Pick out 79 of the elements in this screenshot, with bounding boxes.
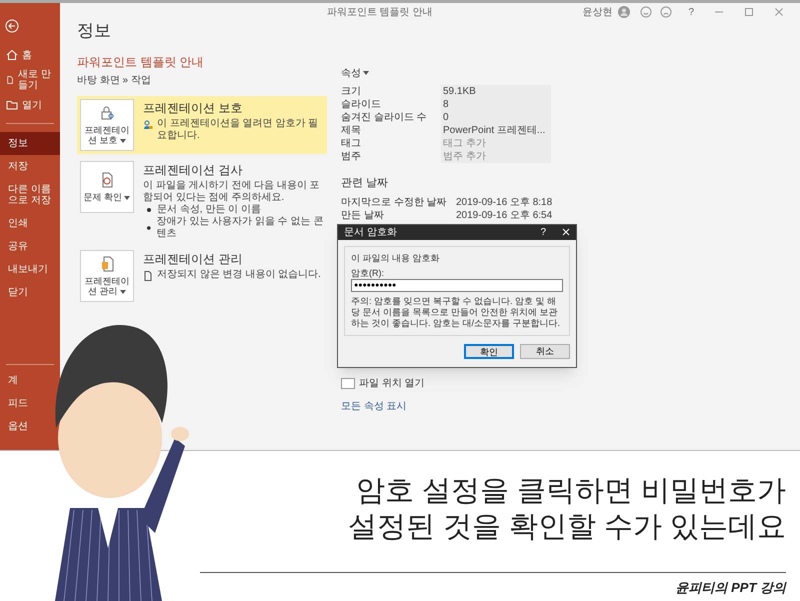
sidebar-item[interactable]: 계 xyxy=(8,375,18,386)
sidebar-item[interactable]: 홈 xyxy=(0,45,60,65)
sidebar-item[interactable]: 새로 만들기 xyxy=(0,65,60,95)
bullet-text: 문서 속성, 만든 이 이름 xyxy=(157,204,261,216)
avatar-icon[interactable] xyxy=(618,6,630,18)
inspect-button[interactable]: 문제 확인 xyxy=(80,161,134,213)
dialog-title: 문서 암호화 xyxy=(344,226,398,240)
section-heading: 관련 날짜 xyxy=(341,176,390,191)
warning-text: 주의: 암호를 잊으면 복구할 수 없습니다. 암호 및 해당 문서 이름을 목록으로 만들어 안전한 위치에 보관하는 것이 좋습니다. 암호는 대/소문자를 구분합니다. xyxy=(351,296,562,328)
group-label: 이 파일의 내용 암호화 xyxy=(351,252,441,264)
card-description: 저장되지 않은 변경 내용이 없습니다. xyxy=(157,269,321,281)
caret-icon xyxy=(124,196,130,200)
property-value: 59.1KB xyxy=(441,85,551,98)
file-name: 파워포인트 템플릿 안내 xyxy=(77,54,205,71)
card-title: 프레젠테이션 관리 xyxy=(143,252,244,267)
sidebar-item[interactable]: 인쇄 xyxy=(0,212,60,235)
sidebar-item[interactable]: 다른 이름으로 저장 xyxy=(0,178,60,212)
caret-icon xyxy=(120,290,126,294)
card-description: 이 프레젠테이션을 열려면 암호가 필요합니다. xyxy=(157,118,320,142)
open-location-button[interactable]: 파일 위치 열기 xyxy=(359,376,425,390)
document-icon xyxy=(6,74,14,86)
window-title: 파워포인트 템플릿 안내 xyxy=(326,6,432,20)
property-label: 범주 xyxy=(341,150,362,163)
caret-icon xyxy=(363,71,369,76)
bullet-icon xyxy=(147,208,151,212)
user-name: 윤상현 xyxy=(582,6,612,20)
property-value: 0 xyxy=(441,111,551,124)
bullet-icon xyxy=(147,226,151,230)
card-description: 이 파일을 게시하기 전에 다음 내용이 포함되어 있다는 점에 주의하세요. xyxy=(143,180,321,204)
logo-text: 윤피티의 PPT 강의 xyxy=(675,579,786,597)
property-label: 숨겨진 슬라이드 수 xyxy=(341,111,428,124)
document-icon xyxy=(143,271,153,281)
smiley-icon[interactable] xyxy=(640,6,652,18)
document-icon xyxy=(99,256,115,272)
folder-icon xyxy=(6,99,18,111)
sidebar-item[interactable]: 저장 xyxy=(0,155,60,178)
property-field[interactable]: 태그 추가 xyxy=(441,137,551,150)
caption-text: 설정된 것을 확인할 수가 있는데요 xyxy=(348,510,786,545)
sidebar-item[interactable]: 내보내기 xyxy=(0,258,60,281)
sidebar-item[interactable]: 옵션 xyxy=(8,421,28,432)
date-label: 마지막으로 수정한 날짜 xyxy=(341,196,448,208)
property-label: 크기 xyxy=(341,85,362,98)
caret-icon xyxy=(120,138,126,143)
help-button[interactable]: ? xyxy=(540,224,546,240)
help-button[interactable]: ? xyxy=(688,4,694,20)
caption-text: 암호 설정을 클릭하면 비밀번호가 xyxy=(356,474,786,509)
section-heading: 속성 xyxy=(341,66,601,81)
sidebar-item[interactable]: 정보 xyxy=(0,132,60,155)
back-icon[interactable] xyxy=(5,19,19,33)
maximize-icon[interactable] xyxy=(744,7,754,17)
file-path: 바탕 화면 » 작업 xyxy=(77,74,152,88)
manage-button[interactable]: 프레젠테이션 관리 xyxy=(80,250,134,302)
property-label: 슬라이드 xyxy=(341,98,382,111)
card-title: 프레젠테이션 보호 xyxy=(143,101,244,116)
property-label: 태그 xyxy=(341,137,362,150)
show-all-link[interactable]: 모든 속성 표시 xyxy=(341,398,601,414)
frown-icon[interactable] xyxy=(660,6,672,18)
dialog-button[interactable]: 취소 xyxy=(520,344,570,358)
sidebar-item[interactable]: 피드 xyxy=(8,398,28,409)
dialog-button[interactable]: 확인 xyxy=(464,344,514,358)
property-field[interactable]: 범주 추가 xyxy=(441,150,551,163)
sidebar-item[interactable]: 닫기 xyxy=(0,281,60,304)
property-value: PowerPoint 프레젠테... xyxy=(441,124,551,137)
date-label: 만든 날짜 xyxy=(341,208,385,222)
sidebar-item[interactable]: 열기 xyxy=(0,95,60,115)
card-title: 프레젠테이션 검사 xyxy=(143,163,244,178)
bullet-text: 장애가 있는 사용자가 읽을 수 없는 콘텐츠 xyxy=(156,216,324,240)
page-title: 정보 xyxy=(77,21,112,41)
user-lock-icon xyxy=(143,120,153,130)
property-value: 8 xyxy=(441,98,551,111)
field-label: 암호(R): xyxy=(351,268,385,278)
home-icon xyxy=(6,49,18,61)
date-value: 2019-09-16 오후 8:18 xyxy=(456,196,552,208)
folder-icon xyxy=(341,378,355,388)
lock-icon xyxy=(99,105,115,121)
property-label: 제목 xyxy=(341,124,362,137)
protect-button[interactable]: 프레젠테이션 보호 xyxy=(80,99,134,151)
sidebar-item[interactable]: 공유 xyxy=(0,235,60,258)
date-value: 2019-09-16 오후 6:54 xyxy=(456,208,552,222)
